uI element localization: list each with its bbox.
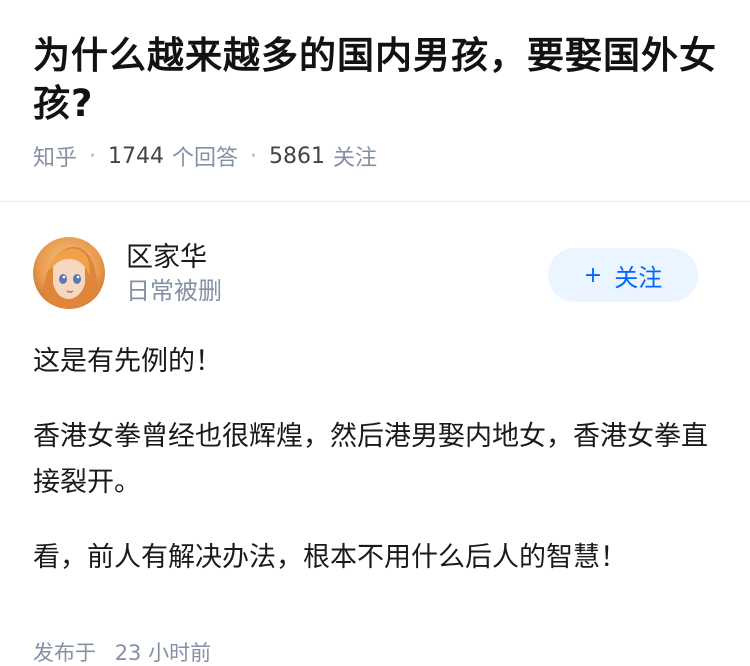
avatar-anime-girl-icon — [33, 237, 105, 309]
author-row: 区家华 日常被删 + 关注 — [0, 202, 750, 309]
follower-count: 5861 — [269, 143, 326, 169]
answer-content: 这是有先例的！ 香港女拳曾经也很辉煌，然后港男娶内地女，香港女拳直接裂开。 看，… — [0, 339, 750, 581]
plus-icon: + — [583, 262, 603, 288]
answer-paragraph: 香港女拳曾经也很辉煌，然后港男娶内地女，香港女拳直接裂开。 — [33, 421, 708, 498]
answer-paragraph: 这是有先例的！ — [33, 346, 222, 377]
published-time-value: 23 小时前 — [114, 641, 212, 665]
follow-button-label: 关注 — [614, 263, 663, 292]
published-label: 发布于 — [33, 641, 96, 665]
author-name[interactable]: 区家华 — [126, 240, 222, 276]
follow-button[interactable]: + 关注 — [548, 248, 698, 302]
separator-dot: · — [89, 143, 97, 169]
answer-paragraph: 看，前人有解决办法，根本不用什么后人的智慧！ — [33, 542, 627, 573]
question-header: 为什么越来越多的国内男孩，要娶国外女孩? 知乎 · 1744 个回答 · 586… — [0, 0, 750, 172]
author-bio: 日常被删 — [126, 277, 222, 305]
question-meta: 知乎 · 1744 个回答 · 5861 关注 — [33, 140, 717, 172]
source-label[interactable]: 知乎 — [33, 140, 77, 172]
answer-page: 为什么越来越多的国内男孩，要娶国外女孩? 知乎 · 1744 个回答 · 586… — [0, 0, 750, 666]
avatar[interactable] — [33, 237, 105, 309]
answer-count-label[interactable]: 个回答 — [172, 140, 238, 172]
separator-dot: · — [250, 143, 258, 169]
published-time: 发布于 23 小时前 — [33, 637, 211, 666]
author-info: 区家华 日常被删 — [126, 240, 222, 306]
answer-count: 1744 — [108, 143, 165, 169]
question-title[interactable]: 为什么越来越多的国内男孩，要娶国外女孩? — [33, 32, 717, 128]
follower-count-label: 关注 — [333, 146, 378, 171]
